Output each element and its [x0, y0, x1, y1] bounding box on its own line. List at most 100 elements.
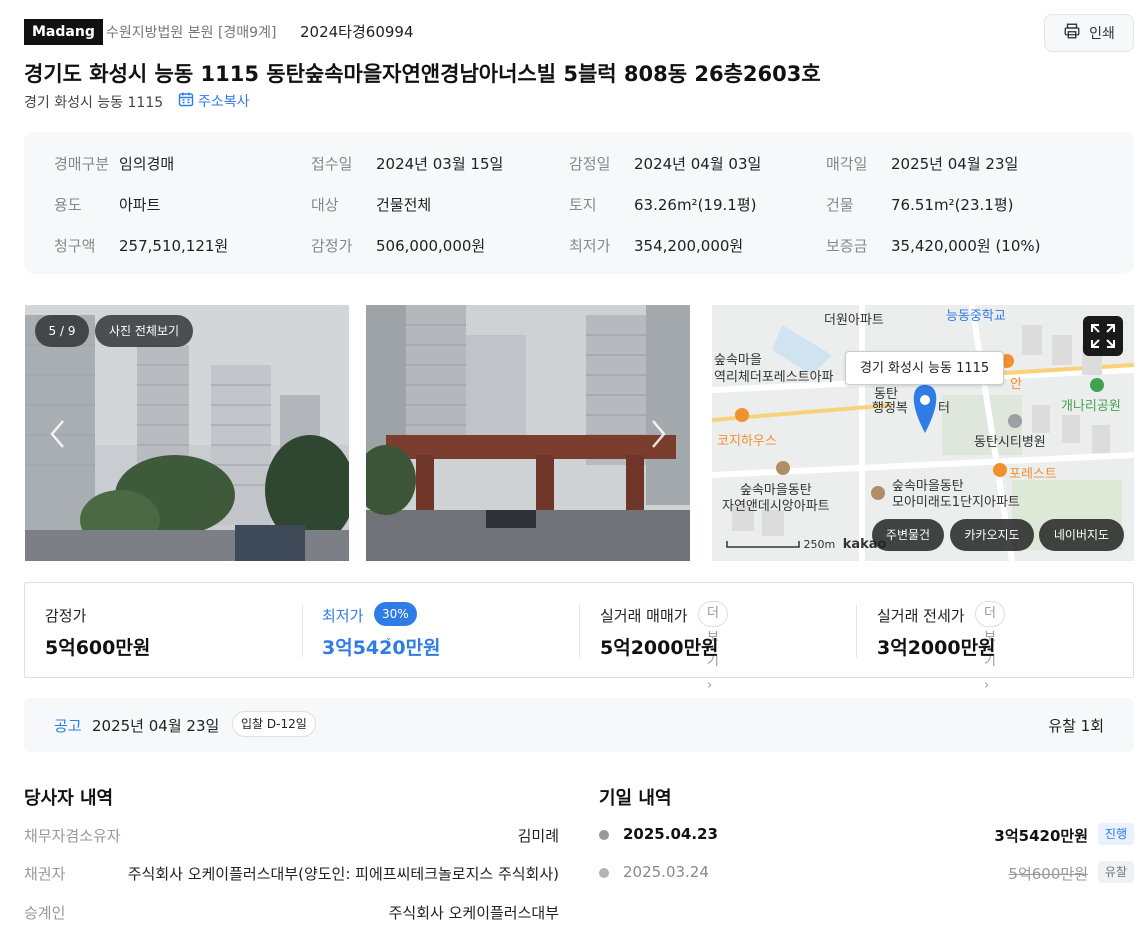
info-key: 감정가 — [311, 237, 353, 255]
info-target: 대상 건물전체 — [311, 194, 431, 215]
bid-dday-badge: 입찰 D-12일 — [232, 711, 316, 737]
kakao-map-button[interactable]: 카카오지도 — [950, 519, 1034, 551]
print-button[interactable]: 인쇄 — [1044, 14, 1134, 52]
appraisal-value: 5억600만원 — [45, 637, 151, 659]
map-label: 더원아파트 — [824, 313, 884, 328]
info-key: 최저가 — [569, 237, 611, 255]
sale-more-button[interactable]: 더보기 › — [698, 601, 728, 693]
appraisal-label: 감정가 — [45, 607, 87, 625]
info-land: 토지 63.26m²(19.1평) — [569, 194, 756, 215]
info-key: 매각일 — [826, 155, 868, 173]
date-row: 2025.03.24 5억600만원 유찰 — [599, 861, 1134, 887]
info-key: 용도 — [54, 196, 82, 214]
info-minimum: 최저가 354,200,000원 — [569, 235, 743, 256]
jeonse-label: 실거래 전세가 — [877, 607, 965, 625]
info-value: 2025년 04월 23일 — [891, 155, 1019, 173]
copy-address-button[interactable]: 주소복사 — [178, 91, 250, 111]
info-value: 63.26m²(19.1평) — [634, 196, 757, 214]
map-label: 자연앤데시앙아파트 — [722, 499, 830, 514]
info-value: 257,510,121원 — [119, 237, 229, 255]
calendar-icon — [178, 91, 194, 111]
auction-info-panel: 경매구분 임의경매 접수일 2024년 03월 15일 감정일 2024년 04월 0… — [24, 132, 1134, 274]
hearing-price: 5억600만원 — [1008, 865, 1088, 883]
map-expand-button[interactable] — [1083, 316, 1123, 356]
status-badge: 진행 — [1097, 823, 1134, 845]
map-label: 코지하우스 — [717, 434, 777, 449]
minimum-value: 3억5420만원 — [322, 637, 441, 659]
hearing-date: 2025.04.23 — [623, 825, 718, 843]
info-value: 76.51m²(23.1평) — [891, 196, 1014, 214]
info-key: 보증금 — [826, 237, 868, 255]
discount-badge: 30% ⌄ — [374, 602, 417, 645]
map-label: 터 — [938, 401, 950, 416]
info-value: 건물전체 — [376, 196, 432, 214]
divider — [579, 605, 580, 657]
chevron-right-icon: › — [707, 678, 713, 693]
page-title: 경기도 화성시 능동 1115 동탄숲속마을자연앤경남아너스빌 5블럭 808동… — [24, 62, 821, 86]
notice-date: 2025년 04월 23일 — [92, 717, 220, 735]
map-label: 역리체더포레스트아파 — [714, 370, 834, 385]
divider — [856, 605, 857, 657]
scale-bar-icon — [726, 541, 800, 548]
info-claim: 청구액 257,510,121원 — [54, 235, 228, 256]
sale-value: 5억2000만원 — [600, 637, 719, 659]
property-photo-2[interactable] — [366, 305, 690, 561]
nearby-listings-button[interactable]: 주변물건 — [872, 519, 944, 551]
info-usage: 용도 아파트 — [54, 194, 160, 215]
discount-value: 30% — [382, 607, 409, 621]
printer-icon — [1063, 22, 1081, 44]
info-deposit: 보증금 35,420,000원 (10%) — [826, 235, 1041, 256]
info-value: 354,200,000원 — [634, 237, 744, 255]
prev-photo-button[interactable] — [46, 417, 70, 451]
photo-counter: 5 / 9 — [35, 315, 89, 347]
party-row: 채무자겸소유자 김미례 — [24, 825, 559, 847]
dates-title: 기일 내역 — [599, 788, 672, 809]
info-value: 2024년 04월 03일 — [634, 155, 762, 173]
info-receipt-date: 접수일 2024년 03월 15일 — [311, 153, 503, 174]
info-key: 감정일 — [569, 155, 611, 173]
parties-title: 당사자 내역 — [24, 788, 114, 809]
short-address: 경기 화성시 능동 1115 — [24, 95, 164, 111]
view-all-photos-button[interactable]: 사진 전체보기 — [95, 315, 193, 347]
party-name: 김미례 — [517, 827, 559, 845]
notice-label: 공고 — [54, 717, 82, 735]
info-value: 2024년 03월 15일 — [376, 155, 504, 173]
madang-logo[interactable]: Madang — [24, 19, 103, 45]
map-label: 안 — [1010, 377, 1022, 392]
scale-label: 250m — [803, 538, 836, 551]
party-row: 채권자 주식회사 오케이플러스대부(양도인: 피에프씨테크놀로지스 주식회사) — [24, 863, 559, 885]
expand-icon — [1091, 324, 1115, 348]
hearing-price: 3억5420만원 — [994, 827, 1088, 845]
next-photo-button[interactable] — [646, 417, 670, 451]
party-name: 주식회사 오케이플러스대부(양도인: 피에프씨테크놀로지스 주식회사) — [127, 865, 559, 883]
timeline-dot — [599, 830, 609, 840]
party-role: 채권자 — [24, 865, 66, 883]
info-appraisal: 감정가 506,000,000원 — [311, 235, 485, 256]
timeline-dot — [599, 868, 609, 878]
notice-bar: 공고 2025년 04월 23일 입찰 D-12일 유찰 1회 — [24, 698, 1134, 752]
map-label: 개나리공원 — [1061, 399, 1121, 414]
map-address-tooltip: 경기 화성시 능동 1115 — [845, 351, 1005, 385]
info-building: 건물 76.51m²(23.1평) — [826, 194, 1013, 215]
status-badge: 유찰 — [1097, 861, 1134, 883]
info-key: 경매구분 — [54, 155, 110, 173]
party-name: 주식회사 오케이플러스대부 — [388, 904, 559, 922]
print-label: 인쇄 — [1089, 26, 1115, 42]
info-key: 청구액 — [54, 237, 96, 255]
chevron-right-icon — [652, 420, 666, 448]
info-key: 토지 — [569, 196, 597, 214]
map-label: 행정복 — [872, 401, 908, 416]
location-map[interactable]: 더원아파트 능동중학교 숲속마을 역리체더포레스트아파 동탄 행정복 터 안 개… — [712, 305, 1134, 561]
naver-map-button[interactable]: 네이버지도 — [1039, 519, 1124, 551]
court-name: 수원지방법원 본원 [경매9계] — [106, 25, 277, 41]
info-value: 35,420,000원 (10%) — [891, 237, 1041, 255]
date-row: 2025.04.23 3억5420만원 진행 — [599, 823, 1134, 849]
map-label: 모아미래도1단지아파트 — [892, 495, 1020, 510]
hearing-date: 2025.03.24 — [623, 863, 709, 881]
price-summary: 감정가 5억600만원 최저가 30% ⌄ 3억5420만원 실거래 매매가 더… — [24, 582, 1134, 693]
fail-count: 유찰 1회 — [1048, 717, 1104, 735]
party-role: 채무자겸소유자 — [24, 827, 121, 845]
info-value: 임의경매 — [119, 155, 175, 173]
divider — [302, 605, 303, 657]
jeonse-more-button[interactable]: 더보기 › — [975, 601, 1005, 693]
